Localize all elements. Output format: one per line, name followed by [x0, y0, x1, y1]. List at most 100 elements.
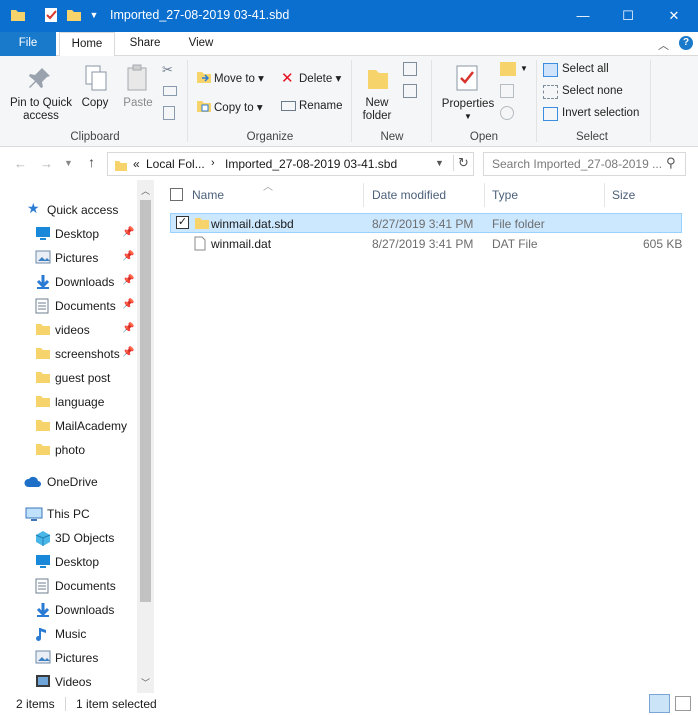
invert-selection-button[interactable]: Invert selection	[562, 107, 639, 119]
rename-button[interactable]: Rename	[299, 100, 342, 112]
copy-to-button[interactable]: Copy to ▾	[214, 100, 263, 114]
new-folder-quick-icon[interactable]	[66, 7, 82, 23]
scroll-down-icon[interactable]: ﹀	[141, 676, 150, 689]
pin-icon: 📌	[122, 299, 135, 310]
paste-button[interactable]: Paste	[120, 97, 156, 110]
file-row-winmail-dat-sbd[interactable]: ✓ winmail.dat.sbd 8/27/2019 3:41 PM File…	[170, 213, 682, 233]
nav-pc-item[interactable]: Music	[0, 622, 140, 646]
details-view-icon[interactable]	[649, 694, 670, 713]
history-icon[interactable]	[500, 106, 514, 120]
close-button[interactable]: ✕	[651, 0, 697, 32]
nav-quick-item[interactable]: MailAcademy	[0, 414, 140, 438]
new-folder-line2: folder	[362, 110, 392, 122]
move-to-button[interactable]: Move to ▾	[214, 71, 264, 85]
large-icons-view-icon[interactable]	[675, 696, 691, 711]
desktop-icon	[35, 226, 51, 242]
new-folder-button[interactable]: New folder	[357, 97, 397, 123]
nav-quick-item[interactable]: photo	[0, 438, 140, 462]
tab-file[interactable]: File	[0, 32, 56, 56]
nav-pc-item[interactable]: Downloads	[0, 598, 140, 622]
nav-item-label: Pictures	[55, 251, 99, 265]
status-item-count: 2 items	[16, 697, 55, 711]
nav-onedrive[interactable]: OneDrive	[0, 470, 140, 494]
maximize-button[interactable]: ☐	[605, 0, 651, 32]
tab-share[interactable]: Share	[122, 32, 168, 56]
file-row-winmail-dat[interactable]: winmail.dat 8/27/2019 3:41 PM DAT File 6…	[170, 234, 682, 254]
column-date-modified[interactable]: Date modified	[372, 188, 446, 202]
forward-arrow-icon[interactable]: →	[40, 156, 53, 171]
help-icon[interactable]: ?	[679, 36, 693, 50]
column-divider[interactable]	[484, 183, 485, 207]
address-bar[interactable]: « Local Fol... › Imported_27-08-2019 03-…	[107, 152, 474, 176]
back-arrow-icon[interactable]: ←	[14, 156, 27, 171]
nav-quick-item[interactable]: guest post	[0, 366, 140, 390]
tab-view[interactable]: View	[178, 32, 224, 56]
folder-icon	[35, 394, 51, 410]
select-all-button[interactable]: Select all	[562, 63, 609, 75]
select-all-checkbox[interactable]	[170, 188, 183, 201]
scroll-up-icon[interactable]: ︿	[141, 184, 150, 197]
nav-pc-item[interactable]: 3D Objects	[0, 526, 140, 550]
folder-icon	[35, 442, 51, 458]
nav-scrollbar[interactable]: ︿ ﹀	[137, 180, 154, 693]
nav-quick-item[interactable]: language	[0, 390, 140, 414]
nav-pc-item[interactable]: Documents	[0, 574, 140, 598]
collapse-ribbon-icon[interactable]: ︿	[658, 37, 669, 53]
nav-pc-item[interactable]: Desktop	[0, 550, 140, 574]
cut-icon[interactable]: ✂	[162, 62, 173, 78]
nav-quick-item[interactable]: Documents 📌	[0, 294, 140, 318]
nav-quick-item[interactable]: videos 📌	[0, 318, 140, 342]
address-dropdown-icon[interactable]: ▼	[435, 158, 444, 168]
delete-button[interactable]: Delete ▾	[299, 71, 341, 85]
copy-button[interactable]: Copy	[78, 97, 112, 110]
edit-icon[interactable]	[500, 84, 514, 98]
customize-toolbar-icon[interactable]: ▼	[86, 7, 102, 23]
nav-quick-item[interactable]: Desktop 📌	[0, 222, 140, 246]
open-dropdown-icon[interactable]: ▼	[520, 64, 528, 73]
breadcrumb-current-folder[interactable]: Imported_27-08-2019 03-41.sbd	[225, 157, 397, 171]
select-none-button[interactable]: Select none	[562, 85, 623, 97]
column-size[interactable]: Size	[612, 188, 635, 202]
copy-path-icon[interactable]	[163, 86, 177, 96]
paste-shortcut-icon[interactable]	[163, 106, 175, 120]
search-placeholder: Search Imported_27-08-2019 ...	[492, 157, 663, 171]
nav-pc-item[interactable]: Videos	[0, 670, 140, 694]
search-icon[interactable]: ⚲	[666, 155, 676, 171]
nav-quick-item[interactable]: Pictures 📌	[0, 246, 140, 270]
documents-icon	[35, 298, 51, 314]
refresh-icon[interactable]: ↻	[453, 155, 469, 171]
recent-locations-icon[interactable]: ▼	[64, 158, 73, 168]
row-checkbox-checked[interactable]: ✓	[176, 216, 189, 229]
minimize-button[interactable]: —	[560, 0, 606, 32]
nav-quick-item[interactable]: screenshots 📌	[0, 342, 140, 366]
new-item-icon[interactable]	[403, 62, 417, 76]
properties-quick-icon[interactable]	[43, 7, 59, 23]
breadcrumb-chevron-icon[interactable]: ›	[211, 157, 215, 169]
open-icon[interactable]	[500, 62, 516, 76]
column-name[interactable]: Name	[192, 188, 224, 202]
pin-icon: 📌	[122, 323, 135, 334]
search-input[interactable]: Search Imported_27-08-2019 ... ⚲	[483, 152, 686, 176]
column-divider[interactable]	[363, 183, 364, 207]
nav-this-pc[interactable]: This PC	[0, 502, 140, 526]
column-divider[interactable]	[604, 183, 605, 207]
file-icon	[194, 236, 206, 254]
nav-item-label: Downloads	[55, 275, 115, 289]
ribbon-separator	[351, 60, 352, 142]
ribbon: Pin to Quick access Copy Paste ✂ Clipboa…	[0, 56, 698, 147]
properties-dropdown-icon[interactable]: ▼	[464, 112, 472, 121]
easy-access-icon[interactable]	[403, 84, 417, 98]
scroll-thumb[interactable]	[140, 200, 151, 602]
pin-to-quick-access-button[interactable]: Pin to Quick access	[4, 97, 78, 123]
nav-quick-item[interactable]: Downloads 📌	[0, 270, 140, 294]
breadcrumb-local-folders[interactable]: Local Fol...	[146, 157, 205, 171]
file-name[interactable]: winmail.dat	[211, 237, 271, 251]
tab-home[interactable]: Home	[59, 32, 115, 57]
column-type[interactable]: Type	[492, 188, 518, 202]
nav-pc-item[interactable]: Pictures	[0, 646, 140, 670]
properties-button[interactable]: Properties	[440, 98, 496, 111]
breadcrumb-overflow[interactable]: «	[133, 157, 140, 171]
nav-quick-access[interactable]: ★ Quick access	[0, 198, 140, 222]
file-name[interactable]: winmail.dat.sbd	[211, 217, 294, 231]
up-arrow-icon[interactable]: ↑	[88, 154, 95, 170]
